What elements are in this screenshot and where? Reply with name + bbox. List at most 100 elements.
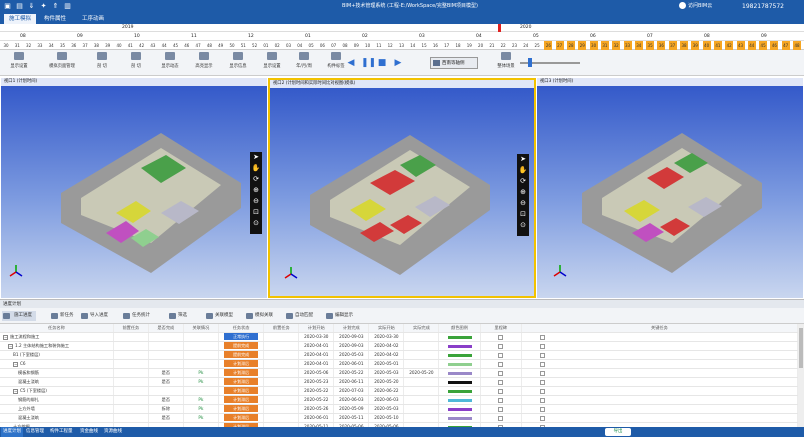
download-icon[interactable]: ⇓ xyxy=(28,2,35,10)
timeline-week[interactable]: 31 xyxy=(13,41,21,50)
timeline-week[interactable]: 09 xyxy=(352,41,360,50)
column-header[interactable]: 任务状态 xyxy=(218,324,265,334)
timeline-week[interactable]: 03 xyxy=(285,41,293,50)
milestone-checkbox[interactable] xyxy=(498,415,504,421)
column-header[interactable]: 颜色图例 xyxy=(438,324,481,334)
table-row[interactable]: 混凝土浇筑 是否 Pk 计划滞后 2020-05-23 2020-06-11 2020-05… xyxy=(0,377,798,388)
critical-checkbox[interactable] xyxy=(539,334,545,340)
milestone-checkbox[interactable] xyxy=(498,406,504,412)
milestone-checkbox[interactable] xyxy=(498,388,504,394)
select-pointer-icon[interactable]: ➤ xyxy=(250,152,262,163)
critical-checkbox[interactable] xyxy=(539,379,545,385)
timeline-week[interactable]: 21 xyxy=(488,41,496,50)
auto-match-button[interactable]: 自动匹配 xyxy=(285,311,313,321)
column-header[interactable]: 前置任务 xyxy=(263,324,300,334)
task-name-cell[interactable]: 模板和钢筋 xyxy=(0,368,114,379)
timeline-week[interactable]: 02 xyxy=(273,41,281,50)
timeline[interactable]: 2019 2020 08 09 10 11 12 01 02 03 04 05 06 07 08 09 3… xyxy=(0,24,804,50)
timeline-week[interactable]: 46 xyxy=(770,41,779,50)
timeline-week[interactable]: 22 xyxy=(499,41,507,50)
critical-checkbox[interactable] xyxy=(539,343,545,349)
display-settings-button-2[interactable]: 显示设置 xyxy=(258,52,286,74)
timeline-week[interactable]: 20 xyxy=(477,41,485,50)
table-row[interactable]: B1 (下室楼层) 提前完成 2020-04-01 2020-05-03 2020-04… xyxy=(0,350,798,361)
timeline-week[interactable]: 48 xyxy=(793,41,801,50)
pin-icon[interactable]: ✦ xyxy=(40,2,47,10)
critical-checkbox[interactable] xyxy=(539,388,545,394)
timeline-week[interactable]: 05 xyxy=(307,41,315,50)
pan-hand-icon[interactable]: ✋ xyxy=(517,165,529,176)
timeline-week[interactable]: 42 xyxy=(138,41,146,50)
upload-icon[interactable]: ⇑ xyxy=(52,2,59,10)
play-backward-icon[interactable]: ◀ xyxy=(346,58,356,68)
timeline-week[interactable]: 36 xyxy=(70,41,78,50)
filter-button[interactable]: 筛选 xyxy=(168,311,187,321)
timeline-week[interactable]: 40 xyxy=(115,41,123,50)
timeline-week[interactable]: 08 xyxy=(341,41,349,50)
column-header[interactable]: 是否完成 xyxy=(148,324,184,334)
critical-checkbox[interactable] xyxy=(539,361,545,367)
timeline-week[interactable]: 33 xyxy=(623,41,632,50)
fit-view-icon[interactable]: ⊡ xyxy=(517,209,529,220)
timeline-week[interactable]: 49 xyxy=(217,41,225,50)
timeline-week[interactable]: 41 xyxy=(126,41,134,50)
viewport-3[interactable]: 视口3 (计划时间) ➤✋⟳⊕⊖⊡⊙ xyxy=(537,78,803,298)
timeline-week[interactable]: 39 xyxy=(104,41,112,50)
critical-checkbox[interactable] xyxy=(539,352,545,358)
timeline-week[interactable]: 34 xyxy=(47,41,55,50)
new-task-button[interactable]: 新任务 xyxy=(50,311,74,321)
sim-link-button[interactable]: 模拟关联 xyxy=(245,311,273,321)
timeline-week[interactable]: 11 xyxy=(375,41,383,50)
zoom-in-icon[interactable]: ⊕ xyxy=(250,185,262,196)
timeline-week[interactable]: 39 xyxy=(691,41,700,50)
play-forward-icon[interactable]: ▶ xyxy=(393,58,403,68)
timeline-week[interactable]: 37 xyxy=(668,41,677,50)
timeline-week[interactable]: 25 xyxy=(533,41,541,50)
pan-hand-icon[interactable]: ✋ xyxy=(250,163,262,174)
column-header[interactable]: 实际完成 xyxy=(403,324,440,334)
tab-process-animation[interactable]: 工序动画 xyxy=(76,14,110,24)
time-scale-button[interactable]: 年/月/周 xyxy=(290,52,318,74)
timeline-current-marker[interactable] xyxy=(498,24,501,32)
table-row[interactable]: −1.2 主体结构施工和装饰施工 提前完成 2020-04-01 2020-09-03… xyxy=(0,341,798,352)
column-header[interactable]: 计划开始 xyxy=(298,324,335,334)
task-name-cell[interactable]: 混凝土浇筑 xyxy=(0,413,114,424)
timeline-week[interactable]: 38 xyxy=(92,41,100,50)
timeline-week[interactable]: 44 xyxy=(160,41,168,50)
timeline-week[interactable]: 35 xyxy=(646,41,655,50)
timeline-week[interactable]: 36 xyxy=(657,41,666,50)
timeline-week[interactable]: 38 xyxy=(680,41,688,50)
task-name-cell[interactable]: −1.2 主体结构施工和装饰施工 xyxy=(0,341,114,352)
timeline-week[interactable]: 12 xyxy=(386,41,394,50)
task-name-cell[interactable]: B1 (下室楼层) xyxy=(0,350,114,361)
table-row[interactable]: 模板和钢筋 是否 Pk 计划滞后 2020-05-06 2020-05-22 2020-05… xyxy=(0,368,798,379)
table-scrollbar[interactable] xyxy=(798,324,804,427)
timeline-week[interactable]: 47 xyxy=(781,41,790,50)
timeline-week[interactable]: 18 xyxy=(454,41,462,50)
timeline-week[interactable]: 40 xyxy=(702,41,711,50)
tab-resource-curve[interactable]: 资源曲线 xyxy=(104,427,122,437)
highlight-button[interactable]: 高亮显示 xyxy=(190,52,218,74)
table-row[interactable]: 混凝土浇筑 是否 Pk 计划滞后 2020-06-01 2020-05-11 2020-05… xyxy=(0,413,798,424)
timeline-week[interactable]: 46 xyxy=(183,41,191,50)
column-header[interactable]: 关键任务 xyxy=(521,324,798,334)
link-model-button[interactable]: 关联模型 xyxy=(205,311,233,321)
orbit-icon[interactable]: ⟳ xyxy=(517,176,529,187)
timeline-week[interactable]: 13 xyxy=(398,41,406,50)
file-icon[interactable]: ▣ xyxy=(4,2,11,10)
timeline-week[interactable]: 27 xyxy=(555,41,564,50)
table-row[interactable]: 钢筋的绑扎 是否 Pk 计划滞后 2020-05-22 2020-06-03 2020-06… xyxy=(0,395,798,406)
overall-scene-button[interactable]: 整体场景 xyxy=(492,52,520,74)
critical-checkbox[interactable] xyxy=(539,406,545,412)
timeline-week[interactable]: 24 xyxy=(522,41,530,50)
speed-slider-knob[interactable] xyxy=(528,58,532,67)
critical-checkbox[interactable] xyxy=(539,397,545,403)
orbit-icon[interactable]: ⟳ xyxy=(250,174,262,185)
timeline-week[interactable]: 01 xyxy=(262,41,270,50)
timeline-week[interactable]: 47 xyxy=(194,41,202,50)
task-stats-button[interactable]: 任务统计 xyxy=(122,311,150,321)
timeline-week[interactable]: 34 xyxy=(634,41,643,50)
timeline-week[interactable]: 23 xyxy=(511,41,519,50)
zoom-out-icon[interactable]: ⊖ xyxy=(517,198,529,209)
timeline-week[interactable]: 35 xyxy=(59,41,67,50)
